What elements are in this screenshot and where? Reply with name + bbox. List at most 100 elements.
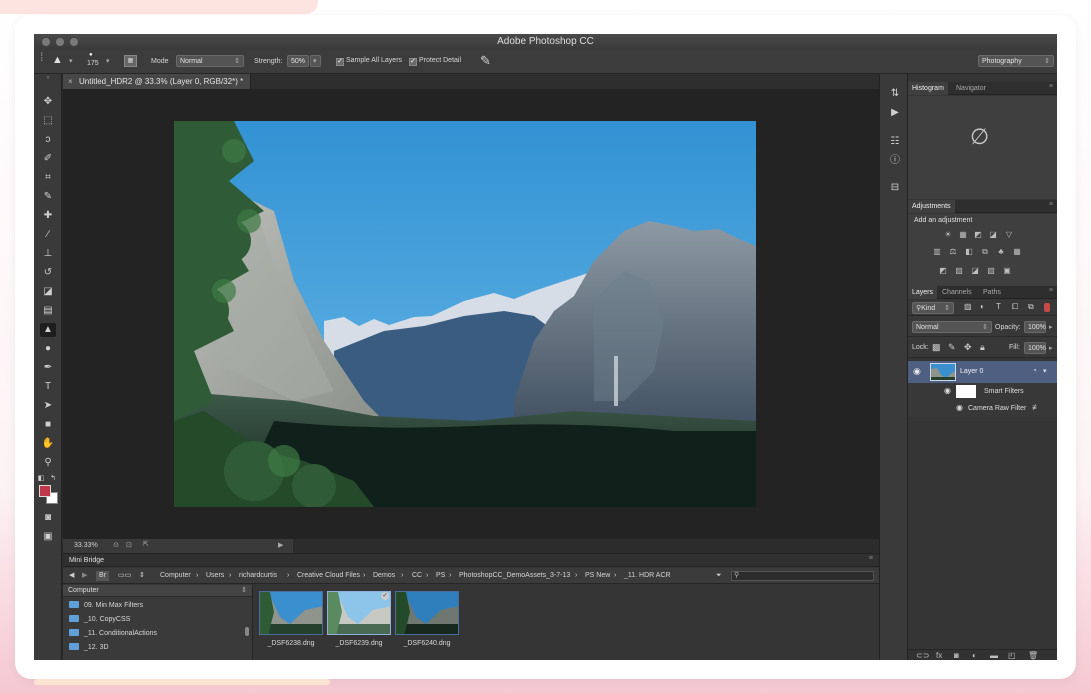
blend-mode-select[interactable]: Normal ⇕ — [912, 321, 992, 333]
thumbnail[interactable] — [259, 591, 323, 635]
posterize-icon[interactable]: ▨ — [954, 266, 964, 275]
sample-all-layers-checkbox[interactable]: ✓ Sample All Layers — [336, 57, 402, 66]
close-tab-icon[interactable]: × — [68, 74, 73, 89]
filter-pixel-icon[interactable]: ▨ — [964, 302, 972, 311]
hand-tool-icon[interactable]: ✋ — [40, 437, 56, 451]
breadcrumb-item[interactable]: CC — [412, 568, 422, 584]
thumbnail[interactable]: ✓ — [327, 591, 391, 635]
breadcrumb-item[interactable]: Computer — [160, 568, 191, 584]
default-colors-icon[interactable]: ◧ — [36, 472, 46, 486]
status-info-icon[interactable]: ⊡ — [126, 541, 132, 549]
color-balance-icon[interactable]: ⚖ — [948, 247, 958, 256]
pen-tool-icon[interactable]: ✒ — [40, 361, 56, 375]
breadcrumb-item[interactable]: PS — [436, 568, 445, 584]
lock-image-icon[interactable]: ✎ — [948, 342, 956, 353]
new-group-icon[interactable]: ▬ — [990, 651, 998, 660]
filter-smart-object-icon[interactable]: ⧉ — [1028, 302, 1034, 312]
levels-icon[interactable]: ▦ — [958, 230, 968, 239]
crop-tool-icon[interactable]: ⌗ — [40, 171, 56, 185]
panel-menu-icon[interactable]: ≡ — [1049, 83, 1053, 90]
delete-layer-icon[interactable]: 🗑︎ — [1028, 651, 1038, 660]
workspace-select[interactable]: Photography ⇕ — [978, 55, 1054, 67]
thumbnail[interactable] — [395, 591, 459, 635]
brightness-contrast-icon[interactable]: ☀ — [943, 230, 953, 239]
document-tab[interactable]: × Untitled_HDR2 @ 33.3% (Layer 0, RGB/32… — [63, 74, 252, 89]
selective-color-icon[interactable]: ▣ — [1002, 266, 1012, 275]
fill-input[interactable]: 100% — [1024, 342, 1046, 354]
panel-collapse-icon[interactable]: » — [40, 74, 56, 82]
add-mask-icon[interactable]: ◙ — [954, 651, 959, 660]
channel-mixer-icon[interactable]: ♣ — [996, 247, 1006, 256]
share-icon[interactable]: ⇱ — [143, 540, 149, 548]
move-tool-icon[interactable]: ✥ — [40, 95, 56, 109]
strength-input[interactable]: 50% — [287, 55, 309, 67]
eyedropper-tool-icon[interactable]: ✎ — [40, 190, 56, 204]
hue-saturation-icon[interactable]: ▥ — [932, 247, 942, 256]
info-panel-icon[interactable]: ⓘ — [888, 154, 902, 167]
tab-channels[interactable]: Channels — [938, 286, 976, 299]
tab-histogram[interactable]: Histogram — [908, 82, 948, 95]
screen-mode-icon[interactable]: ▣ — [40, 530, 56, 544]
actions-panel-icon[interactable]: ▶ — [888, 106, 902, 119]
sharpen-tool-icon[interactable]: ▲ — [52, 54, 63, 66]
gradient-tool-icon[interactable]: ▤ — [40, 304, 56, 318]
panel-menu-icon[interactable]: ≡ — [1049, 201, 1053, 208]
canvas-area[interactable] — [63, 89, 879, 539]
document-image[interactable] — [174, 121, 756, 507]
brush-size[interactable]: 175 — [87, 60, 99, 67]
quick-mask-icon[interactable]: ◙ — [40, 511, 56, 525]
filter-icon[interactable]: ⏷ — [716, 568, 722, 584]
breadcrumb-item[interactable]: Users — [206, 568, 224, 584]
horizontal-scrollbar[interactable] — [293, 539, 879, 553]
type-tool-icon[interactable]: T — [40, 380, 56, 394]
tab-paths[interactable]: Paths — [979, 286, 1005, 299]
curves-icon[interactable]: ◩ — [973, 230, 983, 239]
path-selection-tool-icon[interactable]: ➤ — [40, 399, 56, 413]
scroll-right-icon[interactable]: ▶ — [278, 541, 283, 549]
layer-style-icon[interactable]: fx — [936, 651, 942, 660]
smart-filters-row[interactable]: ◉ Smart Filters — [908, 383, 1057, 400]
sharpen-tool-icon[interactable]: ▲ — [40, 323, 56, 337]
layer-row[interactable]: ◉ Layer 0 ◔ ▾ — [908, 361, 1057, 383]
zoom-tool-icon[interactable]: ⚲ — [40, 456, 56, 470]
search-input[interactable] — [731, 571, 874, 581]
pressure-stylus-icon[interactable]: ✎ — [480, 53, 491, 69]
mode-select[interactable]: Normal ⇕ — [176, 55, 244, 67]
new-adjustment-icon[interactable]: ◐ — [972, 651, 977, 660]
kind-filter-select[interactable]: ⚲Kind ⇕ — [912, 302, 954, 314]
filter-adjustment-icon[interactable]: ◐ — [980, 302, 985, 311]
foreground-color-swatch[interactable] — [39, 485, 51, 497]
lasso-tool-icon[interactable]: ↄ — [40, 133, 56, 147]
back-icon[interactable]: ◀ — [69, 568, 74, 584]
lock-transparent-icon[interactable]: ▩ — [932, 342, 941, 353]
fill-dropdown-icon[interactable]: ▸ — [1049, 344, 1053, 352]
recent-items-icon[interactable]: ▭▭ — [118, 568, 131, 584]
panel-menu-icon[interactable]: ≡ — [869, 555, 873, 562]
folder-item[interactable]: _11. ConditionalActions — [69, 628, 157, 640]
breadcrumb-item[interactable]: richardcurtis — [239, 568, 277, 584]
folder-item[interactable]: _10. CopyCSS — [69, 614, 130, 626]
visibility-eye-icon[interactable]: ◉ — [944, 386, 951, 395]
protect-detail-checkbox[interactable]: ✓ Protect Detail — [409, 57, 461, 66]
tab-layers[interactable]: Layers — [908, 286, 938, 299]
zoom-window-button[interactable] — [70, 38, 78, 46]
breadcrumb-item[interactable]: Creative Cloud Files — [297, 568, 360, 584]
go-to-bridge-icon[interactable]: Br — [96, 571, 109, 581]
exposure-icon[interactable]: ◪ — [988, 230, 998, 239]
breadcrumb-item[interactable]: Demos — [373, 568, 395, 584]
minimize-window-button[interactable] — [56, 38, 64, 46]
link-layers-icon[interactable]: ⊂⊃ — [916, 651, 929, 660]
tool-preset-chevron-icon[interactable]: ▾ — [69, 57, 73, 65]
eraser-tool-icon[interactable]: ◪ — [40, 285, 56, 299]
vibrance-icon[interactable]: ▽ — [1004, 230, 1014, 239]
zoom-level[interactable]: 33.33% — [74, 542, 98, 549]
breadcrumb-item[interactable]: PhotoshopCC_DemoAssets_3-7-13 — [459, 568, 570, 584]
color-lookup-icon[interactable]: ▦ — [1012, 247, 1022, 256]
breadcrumb-item[interactable]: _11. HDR ACR — [624, 568, 671, 584]
swap-colors-icon[interactable]: ↰ — [48, 472, 58, 486]
healing-brush-tool-icon[interactable]: ✚ — [40, 209, 56, 223]
clone-stamp-tool-icon[interactable]: ⊥ — [40, 247, 56, 261]
folder-item[interactable]: _12. 3D — [69, 642, 109, 654]
opacity-input[interactable]: 100% — [1024, 321, 1046, 333]
brush-tool-icon[interactable]: ∕ — [40, 228, 56, 242]
